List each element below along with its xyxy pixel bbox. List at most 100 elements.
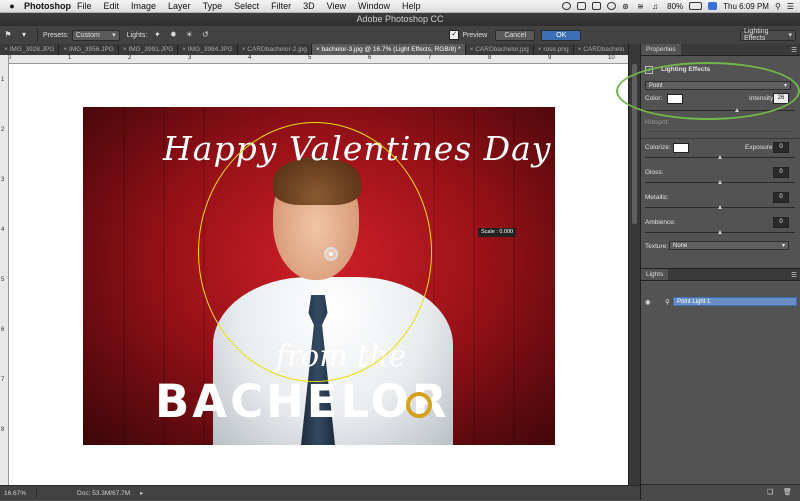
gloss-slider[interactable] (645, 180, 795, 184)
ruler-tick: 5 (1, 277, 5, 283)
menu-select[interactable]: Select (234, 1, 259, 11)
sync-icon[interactable] (607, 2, 617, 10)
tab-rose[interactable]: × rose.png (533, 44, 574, 55)
tab-cardbachelo[interactable]: × CARDbachelo (573, 44, 629, 55)
evernote-icon[interactable] (592, 2, 602, 10)
tool-dropdown-icon[interactable]: ▾ (19, 30, 29, 40)
point-light-icon: ⚲ (665, 299, 670, 306)
notification-center-icon[interactable]: ☰ (787, 2, 794, 11)
tab-img-3984[interactable]: × IMG_3984.JPG (178, 44, 238, 55)
ruler-tick: 8 (1, 427, 5, 433)
colorize-swatch[interactable] (673, 143, 689, 153)
bluetooth-icon[interactable]: ⊛ (622, 2, 631, 11)
annotation-highlight-ellipse (616, 62, 800, 120)
ambience-slider[interactable] (645, 230, 795, 234)
menu-type[interactable]: Type (203, 1, 223, 11)
exposure-label: Exposure: (745, 144, 775, 151)
tab-cardbachelor[interactable]: × CARDbachelor.jpg (465, 44, 534, 55)
ring-icon (406, 392, 432, 418)
menu-layer[interactable]: Layer (168, 1, 191, 11)
lighting-tool-icon[interactable]: ⚑ (3, 30, 13, 40)
add-point-light-icon[interactable]: ✹ (168, 30, 178, 40)
metallic-value[interactable]: 0 (773, 192, 789, 203)
add-infinite-light-icon[interactable]: ☀ (184, 30, 194, 40)
menu-filter[interactable]: Filter (271, 1, 291, 11)
tab-img-3928[interactable]: × IMG_3928.JPG (0, 44, 60, 55)
menu-image[interactable]: Image (131, 1, 156, 11)
menu-view[interactable]: View (327, 1, 346, 11)
ruler-tick: 9 (548, 55, 552, 61)
apple-icon[interactable]: ● (6, 1, 18, 11)
colorize-label: Colorize: (645, 144, 671, 151)
hotspot-slider (645, 131, 795, 132)
menu-help[interactable]: Help (402, 1, 421, 11)
tab-label: CARDbachelo (583, 46, 625, 53)
tab-properties[interactable]: Properties (641, 44, 681, 55)
trash-icon[interactable]: 🗑 (783, 488, 792, 496)
metallic-slider[interactable] (645, 205, 795, 209)
dropbox-icon[interactable] (577, 2, 587, 10)
battery-icon[interactable] (689, 2, 703, 10)
add-spot-light-icon[interactable]: ✦ (152, 30, 162, 40)
tab-img-3956[interactable]: × IMG_3956.JPG (59, 44, 119, 55)
vertical-ruler[interactable]: 1 2 3 4 5 6 7 8 (0, 55, 9, 485)
ruler-tick: 2 (1, 127, 5, 133)
ruler-tick: 1 (68, 55, 72, 61)
ok-button[interactable]: OK (541, 29, 582, 41)
exposure-value[interactable]: 0 (773, 142, 789, 153)
workspace-select[interactable]: Lighting Effects ▾ (740, 28, 796, 42)
scale-readout: Scale : 0.000 (478, 228, 517, 237)
light-radius-ring[interactable] (198, 122, 432, 382)
metallic-slider-knob[interactable] (718, 205, 722, 209)
zoom-level[interactable]: 16.67% (4, 490, 26, 497)
window-title: Adobe Photoshop CC (356, 14, 444, 24)
creative-cloud-icon[interactable] (562, 2, 572, 10)
ambience-label: Ambience: (645, 219, 676, 226)
light-list-item[interactable]: Point Light 1 (673, 297, 797, 306)
panel-menu-icon[interactable]: ☰ (791, 271, 800, 279)
ruler-tick: 5 (308, 55, 312, 61)
horizontal-ruler[interactable]: 0 1 2 3 4 5 6 7 8 9 10 (8, 55, 640, 64)
gloss-value[interactable]: 0 (773, 167, 789, 178)
menu-app-name[interactable]: Photoshop (24, 1, 71, 11)
cancel-button[interactable]: Cancel (495, 29, 536, 41)
photo-document[interactable]: Happy Valentines Day from the BACHELOR S… (83, 107, 555, 445)
metallic-label: Metallic: (645, 194, 669, 201)
ambience-value[interactable]: 0 (773, 217, 789, 228)
ambience-slider-knob[interactable] (718, 230, 722, 234)
menu-window[interactable]: Window (358, 1, 390, 11)
menu-clock[interactable]: Thu 6:09 PM (723, 2, 769, 11)
tab-bachelor-3[interactable]: × bachelor-3.jpg @ 16.7% (Light Effects,… (311, 44, 466, 55)
panel-menu-icon[interactable]: ☰ (791, 46, 800, 54)
exposure-slider-knob[interactable] (718, 155, 722, 159)
gloss-slider-knob[interactable] (718, 180, 722, 184)
tab-lights[interactable]: Lights (641, 269, 669, 280)
lights-panel-header: Lights ☰ (641, 268, 800, 281)
presets-select[interactable]: Custom ▾ (71, 29, 120, 41)
wifi-icon[interactable]: ≅ (637, 2, 646, 11)
spotlight-icon[interactable]: ⚲ (775, 2, 781, 11)
new-light-icon[interactable]: ❏ (767, 488, 773, 496)
texture-select[interactable]: None ▾ (669, 241, 789, 250)
exposure-slider[interactable] (645, 155, 795, 159)
workspace-value: Lighting Effects (744, 28, 769, 42)
volume-icon[interactable]: ♫ (652, 2, 661, 11)
menu-edit[interactable]: Edit (104, 1, 120, 11)
preview-checkbox[interactable]: ✓ (449, 30, 460, 40)
ruler-tick: 4 (1, 227, 5, 233)
menu-file[interactable]: File (77, 1, 92, 11)
battery-percent[interactable]: 80% (667, 2, 683, 11)
tab-img-3991[interactable]: × IMG_3991.JPG (118, 44, 179, 55)
visibility-eye-icon[interactable]: ◉ (645, 298, 651, 306)
preview-label[interactable]: Preview (462, 32, 487, 39)
reset-light-icon[interactable]: ↺ (200, 30, 210, 40)
status-menu-icon[interactable]: ▸ (140, 489, 143, 497)
tab-cardbachelor-2[interactable]: × CARDbachelor-2.jpg (237, 44, 312, 55)
menu-3d[interactable]: 3D (303, 1, 315, 11)
chevron-down-icon: ▾ (781, 243, 785, 249)
light-center-dot[interactable] (329, 252, 333, 256)
section-divider (641, 138, 800, 139)
ruler-tick: 8 (488, 55, 492, 61)
lights-panel-footer: ❏ 🗑 (641, 484, 800, 501)
flag-icon[interactable] (708, 2, 718, 10)
